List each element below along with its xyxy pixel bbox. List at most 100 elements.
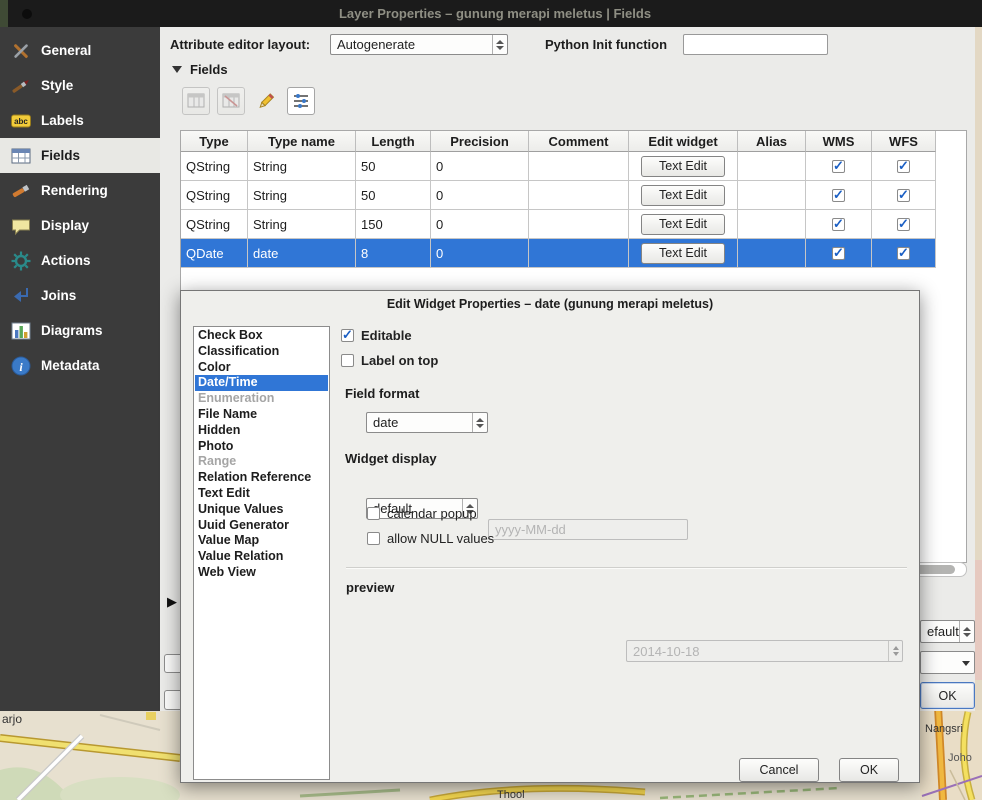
cell-type[interactable]: QDate (181, 239, 248, 268)
column-header[interactable]: Alias (738, 131, 806, 152)
list-item[interactable]: Hidden (195, 423, 328, 439)
cell-length[interactable]: 150 (356, 210, 431, 239)
list-item[interactable]: Relation Reference (195, 470, 328, 486)
allow-null-checkbox[interactable] (367, 532, 380, 545)
cell-type-name[interactable]: date (248, 239, 356, 268)
calendar-popup-checkbox-row[interactable]: calendar popup (367, 506, 477, 521)
column-header[interactable]: Comment (529, 131, 629, 152)
cell-precision[interactable]: 0 (431, 152, 529, 181)
allow-null-checkbox-row[interactable]: allow NULL values (367, 531, 494, 546)
cell-alias[interactable] (738, 210, 806, 239)
collapse-triangle-icon[interactable] (172, 66, 182, 73)
table-row-selected[interactable]: QDate date 8 0 Text Edit (181, 239, 966, 268)
column-header[interactable]: WFS (872, 131, 936, 152)
list-item[interactable]: Value Relation (195, 549, 328, 565)
editable-checkbox[interactable] (341, 329, 354, 342)
column-header[interactable]: Type name (248, 131, 356, 152)
cell-alias[interactable] (738, 181, 806, 210)
wfs-checkbox[interactable] (897, 218, 910, 231)
label-on-top-checkbox-row[interactable]: Label on top (341, 353, 438, 368)
attribute-editor-layout-select[interactable]: Autogenerate (330, 34, 508, 55)
table-row[interactable]: QString String 50 0 Text Edit (181, 181, 966, 210)
cell-comment[interactable] (529, 210, 629, 239)
widget-type-list[interactable]: Check Box Classification Color Date/Time… (193, 326, 330, 780)
table-row[interactable]: QString String 50 0 Text Edit (181, 152, 966, 181)
wfs-checkbox[interactable] (897, 160, 910, 173)
cell-precision[interactable]: 0 (431, 210, 529, 239)
wms-checkbox[interactable] (832, 160, 845, 173)
cell-type-name[interactable]: String (248, 152, 356, 181)
column-header[interactable]: Type (181, 131, 248, 152)
cell-type-name[interactable]: String (248, 210, 356, 239)
spinner-arrows-icon[interactable] (959, 621, 974, 642)
column-header[interactable]: WMS (806, 131, 872, 152)
sidebar-item-general[interactable]: General (0, 33, 160, 68)
sidebar-item-actions[interactable]: Actions (0, 243, 160, 278)
column-header[interactable]: Precision (431, 131, 529, 152)
python-init-input[interactable] (683, 34, 828, 55)
horizontal-scrollbar[interactable] (912, 562, 967, 577)
scrollbar-thumb[interactable] (915, 565, 955, 574)
ok-button[interactable]: OK (839, 758, 899, 782)
list-item[interactable]: Uuid Generator (195, 518, 328, 534)
cell-type[interactable]: QString (181, 181, 248, 210)
sidebar-item-fields[interactable]: Fields (0, 138, 160, 173)
wms-checkbox[interactable] (832, 218, 845, 231)
label-on-top-checkbox[interactable] (341, 354, 354, 367)
cell-alias[interactable] (738, 152, 806, 181)
edit-button[interactable] (252, 87, 280, 115)
text-edit-button[interactable]: Text Edit (641, 156, 725, 177)
wms-checkbox[interactable] (832, 189, 845, 202)
list-item[interactable]: Text Edit (195, 486, 328, 502)
wfs-checkbox[interactable] (897, 189, 910, 202)
cell-precision[interactable]: 0 (431, 181, 529, 210)
cell-length[interactable]: 50 (356, 181, 431, 210)
field-format-select[interactable]: date (366, 412, 488, 433)
text-edit-button[interactable]: Text Edit (641, 214, 725, 235)
widget-editor-button[interactable] (287, 87, 315, 115)
sidebar-item-rendering[interactable]: Rendering (0, 173, 160, 208)
cell-comment[interactable] (529, 181, 629, 210)
calendar-popup-checkbox[interactable] (367, 507, 380, 520)
list-item[interactable]: Value Map (195, 533, 328, 549)
sidebar-item-joins[interactable]: Joins (0, 278, 160, 313)
list-item[interactable]: Check Box (195, 328, 328, 344)
text-edit-button[interactable]: Text Edit (641, 185, 725, 206)
style-menu-select-fragment[interactable] (920, 651, 975, 674)
list-item[interactable]: Color (195, 360, 328, 376)
panel-expand-arrow-icon[interactable]: ▶ (167, 594, 177, 610)
text-edit-button[interactable]: Text Edit (641, 243, 725, 264)
cell-length[interactable]: 8 (356, 239, 431, 268)
spinner-arrows-icon[interactable] (472, 413, 487, 432)
sidebar-item-labels[interactable]: abc Labels (0, 103, 160, 138)
cell-comment[interactable] (529, 152, 629, 181)
wms-checkbox[interactable] (832, 247, 845, 260)
delete-column-button[interactable] (217, 87, 245, 115)
window-titlebar[interactable]: Layer Properties – gunung merapi meletus… (8, 0, 982, 27)
window-menu-icon[interactable] (22, 9, 32, 19)
sidebar-item-metadata[interactable]: i Metadata (0, 348, 160, 383)
cell-length[interactable]: 50 (356, 152, 431, 181)
list-item[interactable]: Web View (195, 565, 328, 581)
list-item[interactable]: File Name (195, 407, 328, 423)
toggle-editing-button[interactable] (182, 87, 210, 115)
dialog-ok-button-fragment[interactable]: OK (920, 682, 975, 709)
column-header[interactable]: Edit widget (629, 131, 738, 152)
cell-type[interactable]: QString (181, 152, 248, 181)
table-row[interactable]: QString String 150 0 Text Edit (181, 210, 966, 239)
sidebar-item-style[interactable]: Style (0, 68, 160, 103)
list-item[interactable]: Unique Values (195, 502, 328, 518)
cell-alias[interactable] (738, 239, 806, 268)
cell-comment[interactable] (529, 239, 629, 268)
list-item[interactable]: Classification (195, 344, 328, 360)
cell-type[interactable]: QString (181, 210, 248, 239)
list-item-selected[interactable]: Date/Time (195, 375, 328, 391)
sidebar-item-display[interactable]: Display (0, 208, 160, 243)
editable-checkbox-row[interactable]: Editable (341, 328, 412, 343)
column-header[interactable]: Length (356, 131, 431, 152)
spinner-arrows-icon[interactable] (492, 35, 507, 54)
style-default-select-fragment[interactable]: efault (920, 620, 975, 643)
cell-precision[interactable]: 0 (431, 239, 529, 268)
sidebar-item-diagrams[interactable]: Diagrams (0, 313, 160, 348)
cancel-button[interactable]: Cancel (739, 758, 819, 782)
